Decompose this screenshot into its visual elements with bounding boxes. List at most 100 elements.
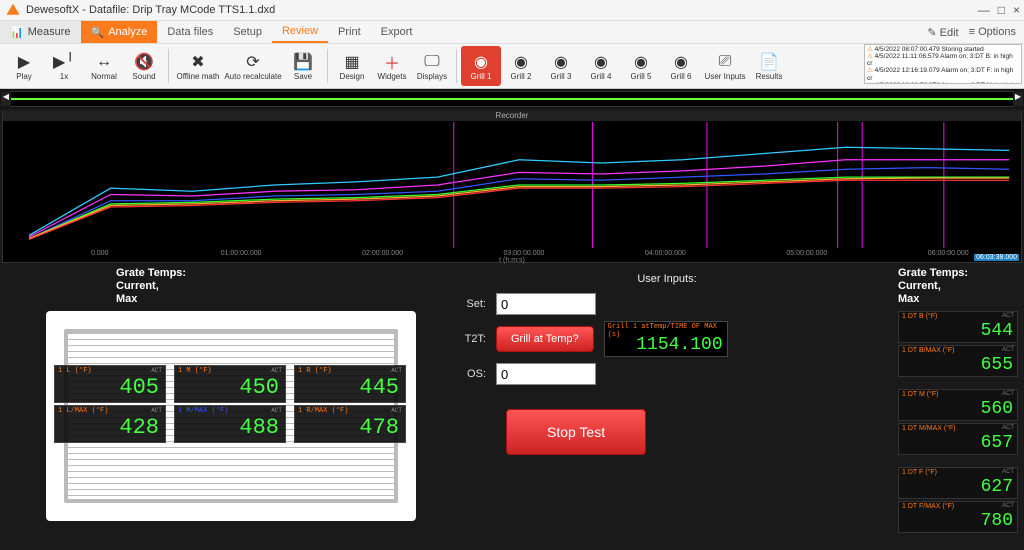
- val: 655: [981, 355, 1013, 375]
- stop-test-button[interactable]: Stop Test: [506, 409, 646, 455]
- tab-review[interactable]: Review: [272, 21, 328, 43]
- grate-mmax: 1 M/MAX (°F)ACT488: [174, 405, 286, 443]
- play-button[interactable]: ▶Play: [4, 46, 44, 86]
- sound-label: Sound: [132, 72, 155, 81]
- sound-icon: 🔇: [134, 52, 154, 72]
- grill3-tab[interactable]: ◉Grill 3: [541, 46, 581, 86]
- tab-print[interactable]: Print: [328, 21, 371, 43]
- timeline-left-handle[interactable]: ◀: [1, 92, 11, 106]
- lbl: 1 L/MAX (°F): [58, 407, 108, 415]
- act: ACT: [1002, 347, 1014, 353]
- normal-button[interactable]: ↔Normal: [84, 46, 124, 86]
- side-mmax: 1 DT M/MAX (°F)ACT657: [898, 423, 1018, 455]
- close-button[interactable]: ×: [1013, 3, 1020, 17]
- grill4-tab[interactable]: ◉Grill 4: [581, 46, 621, 86]
- val: 488: [239, 415, 279, 440]
- log-line: 4/5/2022 11:11:06.579 Alarm on; 3:DT B: …: [867, 53, 1019, 67]
- lbl: 1 R (°F): [298, 367, 332, 375]
- recorder-title: Recorder: [3, 111, 1021, 121]
- xtick: 05:00:00.000: [736, 250, 877, 262]
- pencil-icon: ✎: [927, 27, 939, 39]
- save-icon: 💾: [293, 52, 313, 72]
- tab-measure[interactable]: 📊Measure: [0, 21, 81, 43]
- grill-at-temp-button[interactable]: Grill at Temp?: [496, 326, 594, 352]
- maximize-button[interactable]: □: [998, 3, 1005, 17]
- results-tab[interactable]: 📄Results: [749, 46, 789, 86]
- tab-analyze[interactable]: 🔍Analyze: [81, 21, 158, 43]
- sound-button[interactable]: 🔇Sound: [124, 46, 164, 86]
- lbl: 1 DT B (°F): [902, 313, 937, 320]
- val: 405: [119, 375, 159, 400]
- side-bmax: 1 DT B/MAX (°F) ACT 655: [898, 345, 1018, 377]
- results-label: Results: [756, 72, 783, 81]
- side-m: 1 DT M (°F)ACT560: [898, 389, 1018, 421]
- val: 1154.100: [636, 335, 722, 355]
- grill6-tab[interactable]: ◉Grill 6: [661, 46, 701, 86]
- grill-icon: ◉: [674, 52, 688, 72]
- timeline-right-handle[interactable]: ▶: [1013, 92, 1023, 106]
- overview-timeline[interactable]: ◀ ▶: [10, 91, 1014, 107]
- xtick: 01:00:00.000: [170, 250, 311, 262]
- normal-icon: ↔: [96, 52, 112, 72]
- set-input[interactable]: [496, 293, 596, 315]
- val: 544: [981, 321, 1013, 341]
- tab-measure-label: Measure: [28, 26, 71, 38]
- lbl: 1 M/MAX (°F): [178, 407, 228, 415]
- separator: [168, 49, 169, 83]
- act: ACT: [1002, 469, 1014, 475]
- grill-icon: ◉: [474, 52, 488, 72]
- widgets-button[interactable]: ＋Widgets: [372, 46, 412, 86]
- grate-m: 1 M (°F)ACT450: [174, 365, 286, 403]
- speed-button[interactable]: ▶╵1x: [44, 46, 84, 86]
- menubar: 📊Measure 🔍Analyze Data files Setup Revie…: [0, 21, 1024, 44]
- grill5-label: Grill 5: [631, 72, 652, 81]
- userinputs-tab[interactable]: ⎚User Inputs: [701, 46, 749, 86]
- auto-label: Auto recalculate: [224, 72, 281, 81]
- lbl: 1 DT B/MAX (°F): [902, 347, 954, 354]
- grill-icon: ◉: [514, 52, 528, 72]
- titlebar: DewesoftX - Datafile: Drip Tray MCode TT…: [0, 0, 1024, 21]
- displays-button[interactable]: 🖵Displays: [412, 46, 452, 86]
- play-icon: ▶: [18, 52, 30, 72]
- math-icon: ✖: [191, 52, 204, 72]
- act: ACT: [151, 407, 162, 414]
- tab-datafiles[interactable]: Data files: [157, 21, 223, 43]
- lbl: 1 R/MAX (°F): [298, 407, 348, 415]
- os-input[interactable]: [496, 363, 596, 385]
- recorder-chart[interactable]: Recorder 0.000 01:00:00.000 02:00:00.000…: [2, 111, 1022, 263]
- act: ACT: [151, 367, 162, 374]
- side-fmax: 1 DT F/MAX (°F)ACT780: [898, 501, 1018, 533]
- results-icon: 📄: [759, 52, 779, 72]
- set-label: Set:: [446, 298, 486, 310]
- act: ACT: [1002, 503, 1014, 509]
- recorder-end-time: 06:03:38.000: [974, 254, 1019, 261]
- offline-label: Offline math: [177, 72, 220, 81]
- edit-button[interactable]: ✎ Edit: [927, 26, 958, 39]
- act: ACT: [1002, 425, 1014, 431]
- separator: [456, 49, 457, 83]
- grate-lmax: 1 L/MAX (°F) ACT428: [54, 405, 166, 443]
- event-log[interactable]: 4/5/2022 08:07:00.479 Storing started 4/…: [864, 44, 1022, 84]
- grill5-tab[interactable]: ◉Grill 5: [621, 46, 661, 86]
- grill2-tab[interactable]: ◉Grill 2: [501, 46, 541, 86]
- tab-setup[interactable]: Setup: [223, 21, 272, 43]
- save-button[interactable]: 💾Save: [283, 46, 323, 86]
- auto-recalc-button[interactable]: ⟳Auto recalculate: [223, 46, 283, 86]
- offline-math-button[interactable]: ✖Offline math: [173, 46, 223, 86]
- grill1-tab[interactable]: ◉Grill 1: [461, 46, 501, 86]
- grill1-label: Grill 1: [471, 72, 492, 81]
- lbl: 1 DT M (°F): [902, 391, 939, 398]
- gear-icon: ≡: [969, 26, 978, 38]
- design-button[interactable]: ▦Design: [332, 46, 372, 86]
- minimize-button[interactable]: —: [978, 3, 990, 17]
- act: ACT: [1002, 313, 1014, 319]
- options-button[interactable]: ≡ Options: [969, 26, 1016, 38]
- log-line: 4/5/2022 13:09:52.679 Alarm on; 3:DT M: …: [867, 82, 1019, 84]
- grill-icon: ◉: [554, 52, 568, 72]
- speed-label: 1x: [60, 72, 68, 81]
- chart-canvas[interactable]: [29, 122, 1019, 248]
- val: 428: [119, 415, 159, 440]
- lbl: 1 DT F (°F): [902, 469, 937, 476]
- tab-export[interactable]: Export: [371, 21, 423, 43]
- lbl: 1 DT F/MAX (°F): [902, 503, 954, 510]
